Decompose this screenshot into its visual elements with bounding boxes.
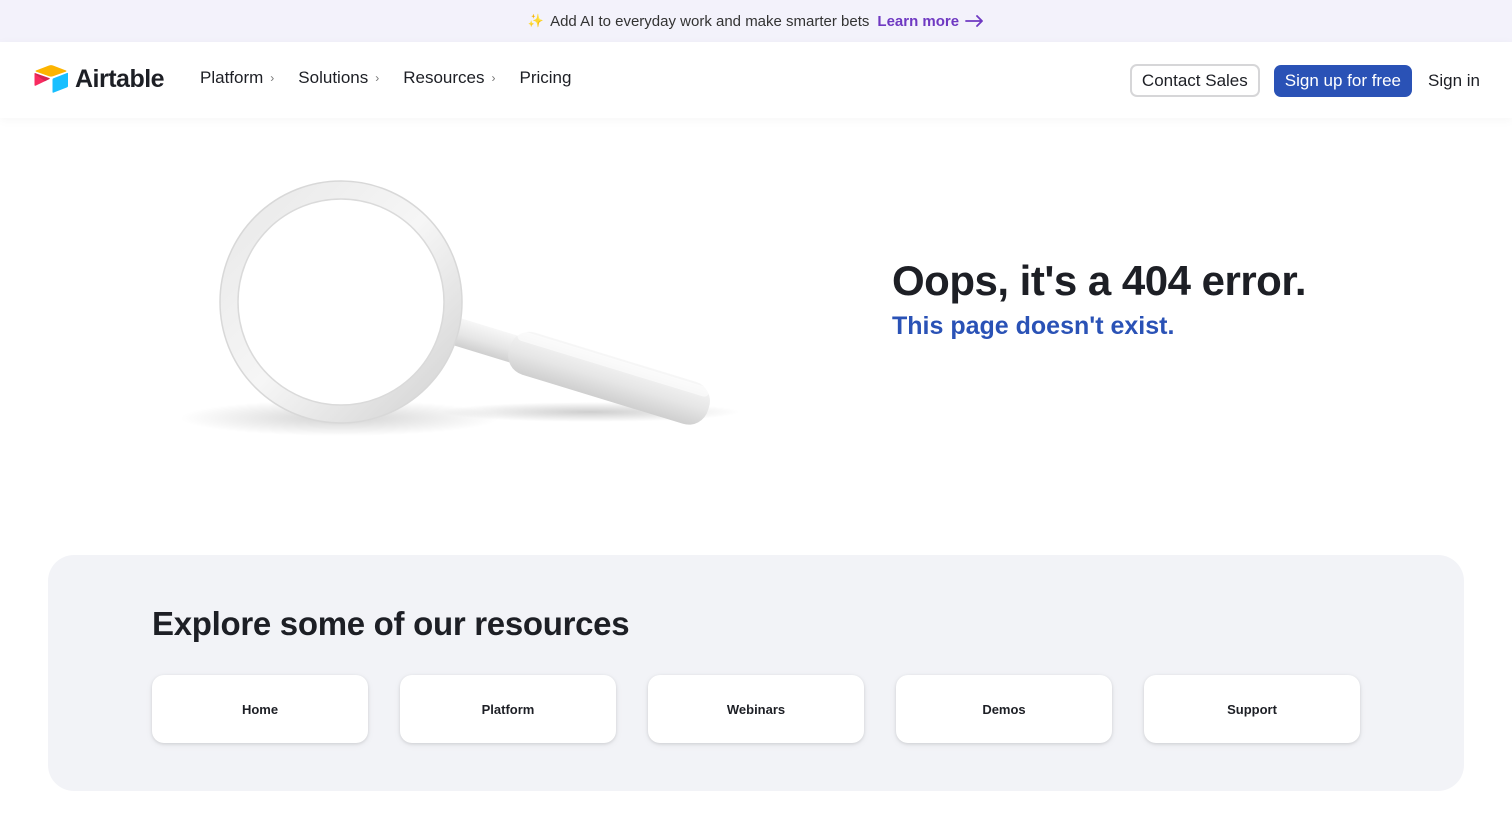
page-title: Oops, it's a 404 error. [892,257,1307,304]
announcement-bar: ✨ Add AI to everyday work and make smart… [0,0,1512,42]
resource-card-platform[interactable]: Platform [400,675,616,743]
card-label: Platform [481,701,535,717]
airtable-logo-icon [34,65,68,93]
chevron-right-icon: › [491,71,496,85]
nav-item-solutions[interactable]: Solutions › [298,68,379,88]
arrow-right-icon [965,15,984,27]
sparkle-icon: ✨ [527,13,545,28]
hero-text: Oops, it's a 404 error. This page doesn'… [892,256,1307,341]
resource-cards: Home Platform Webinars Demos Support [152,675,1360,743]
page-subtitle: This page doesn't exist. [892,312,1175,340]
resource-card-support[interactable]: Support [1144,675,1360,743]
airtable-logo[interactable]: Airtable [33,64,165,94]
nav-label: Resources [403,68,485,87]
nav-item-platform[interactable]: Platform › [200,68,274,88]
resource-card-demos[interactable]: Demos [896,675,1112,743]
logo-text: Airtable [75,64,165,93]
contact-sales-button[interactable]: Contact Sales [1129,64,1260,97]
sign-up-button[interactable]: Sign up for free [1273,64,1413,97]
nav-label: Platform [200,68,264,87]
nav-label: Pricing [519,68,572,87]
resources-title: Explore some of our resources [152,605,630,642]
card-label: Home [241,701,279,717]
card-label: Support [1227,701,1277,717]
learn-more-label: Learn more [877,12,960,30]
nav-item-resources[interactable]: Resources › [403,68,495,88]
card-label: Demos [982,701,1026,717]
chevron-right-icon: › [270,71,275,85]
main-nav: Platform › Solutions › Resources › Prici… [200,68,595,88]
nav-item-pricing[interactable]: Pricing [520,68,572,88]
sign-in-link[interactable]: Sign in [1428,71,1480,91]
magnifying-glass-illustration [180,180,740,436]
announcement-text: Add AI to everyday work and make smarter… [550,12,870,30]
resource-card-webinars[interactable]: Webinars [648,675,864,743]
site-header: Airtable Platform › Solutions › Resource… [0,42,1512,118]
resources-panel: Explore some of our resources Home Platf… [48,555,1464,791]
resource-card-home[interactable]: Home [152,675,368,743]
chevron-right-icon: › [375,71,380,85]
card-label: Webinars [726,701,786,717]
learn-more-link[interactable]: Learn more [877,13,984,30]
header-actions: Contact Sales Sign up for free Sign in [1129,64,1480,97]
nav-label: Solutions [298,68,369,87]
